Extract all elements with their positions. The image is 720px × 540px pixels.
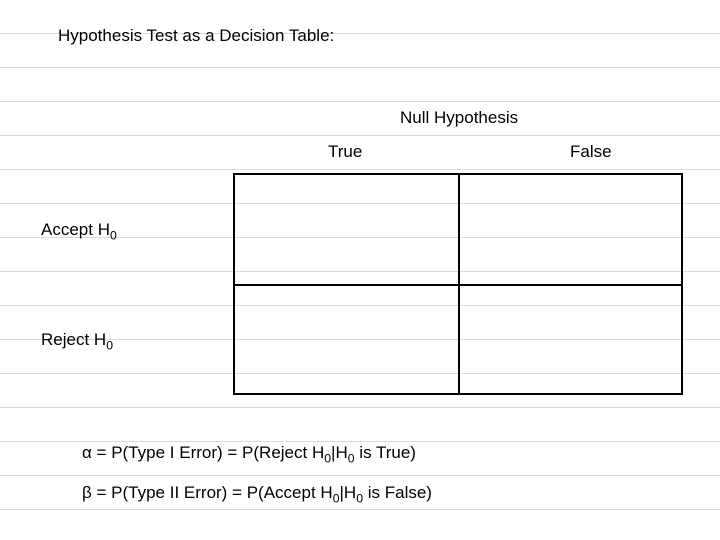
decision-grid [233, 173, 683, 395]
beta-sub-2: 0 [356, 491, 363, 505]
slide-content: Hypothesis Test as a Decision Table: Nul… [0, 0, 720, 540]
alpha-text-3: is True) [355, 443, 416, 462]
beta-text-3: is False) [363, 483, 432, 502]
row-accept-text: Accept H [41, 220, 110, 239]
alpha-symbol: α [82, 443, 92, 462]
row-header-accept: Accept H0 [41, 220, 117, 240]
beta-sub-1: 0 [333, 491, 340, 505]
row-reject-sub: 0 [106, 338, 113, 352]
beta-text-1: = P(Type II Error) = P(Accept H [92, 483, 333, 502]
row-accept-sub: 0 [110, 228, 117, 242]
page-title: Hypothesis Test as a Decision Table: [58, 26, 334, 46]
beta-symbol: β [82, 483, 92, 502]
column-header-true: True [328, 142, 362, 162]
alpha-definition: α = P(Type I Error) = P(Reject H0|H0 is … [82, 443, 416, 463]
grid-horizontal-divider [235, 284, 681, 286]
row-header-reject: Reject H0 [41, 330, 113, 350]
beta-text-2: |H [340, 483, 357, 502]
column-super-header: Null Hypothesis [400, 108, 518, 128]
beta-definition: β = P(Type II Error) = P(Accept H0|H0 is… [82, 483, 432, 503]
alpha-sub-2: 0 [348, 451, 355, 465]
alpha-text-1: = P(Type I Error) = P(Reject H [92, 443, 324, 462]
row-reject-text: Reject H [41, 330, 106, 349]
column-header-false: False [570, 142, 612, 162]
alpha-text-2: |H [331, 443, 348, 462]
